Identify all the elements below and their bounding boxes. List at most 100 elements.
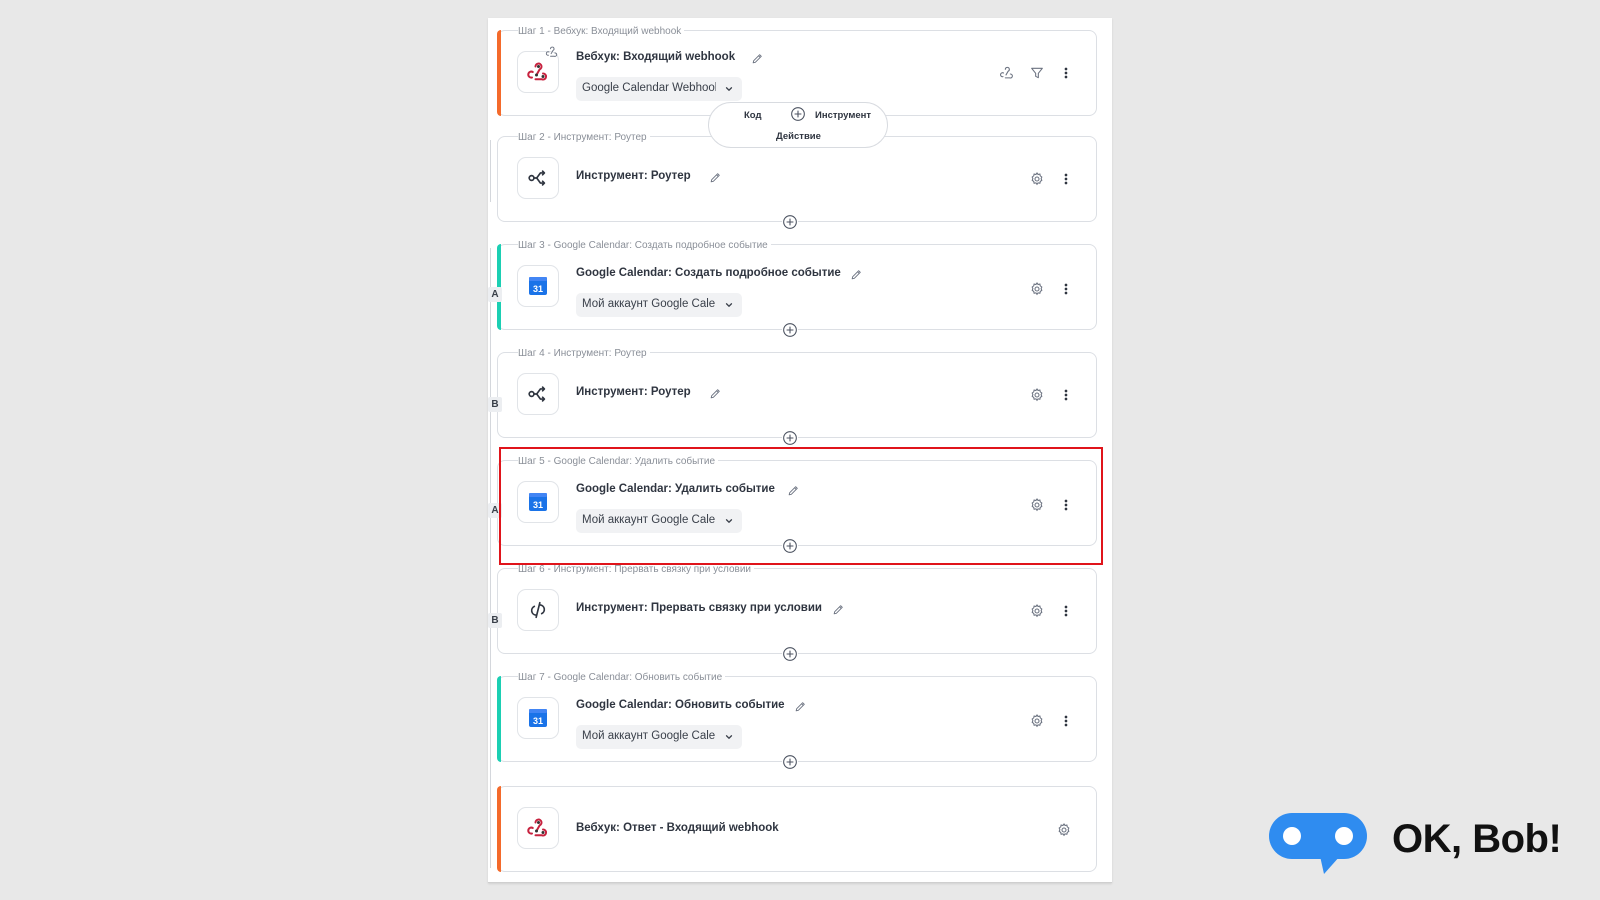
app-icon-tile bbox=[517, 589, 559, 631]
connection-dropdown[interactable]: Мой аккаунт Google Calendar bbox=[576, 725, 742, 749]
plus-circle-icon[interactable] bbox=[782, 214, 798, 230]
app-icon-tile bbox=[517, 373, 559, 415]
card-accent bbox=[497, 676, 501, 762]
dropdown-value: Мой аккаунт Google Calendar bbox=[582, 514, 716, 526]
step-card-5[interactable]: 31 Google Calendar: Удалить событие Мой … bbox=[497, 460, 1097, 546]
brand-name: OK, Bob! bbox=[1392, 817, 1562, 861]
kebab-menu-icon[interactable] bbox=[1058, 171, 1074, 187]
card-accent bbox=[497, 786, 501, 872]
step-card-2[interactable]: Инструмент: Роутер bbox=[497, 136, 1097, 222]
kebab-menu-icon[interactable] bbox=[1058, 281, 1074, 297]
app-icon-tile bbox=[517, 157, 559, 199]
speech-bubble-icon bbox=[1269, 813, 1367, 874]
step-label: Шаг 3 - Google Calendar: Создать подробн… bbox=[518, 240, 771, 251]
pencil-icon[interactable] bbox=[787, 484, 800, 497]
step-card-6[interactable]: Инструмент: Прервать связку при условии bbox=[497, 568, 1097, 654]
app-icon-tile: 31 bbox=[517, 697, 559, 739]
gear-icon[interactable] bbox=[1029, 713, 1045, 729]
branch-tag: B bbox=[488, 397, 502, 412]
step-card-3[interactable]: 31 Google Calendar: Создать подробное со… bbox=[497, 244, 1097, 330]
step-card-4[interactable]: Инструмент: Роутер bbox=[497, 352, 1097, 438]
pencil-icon[interactable] bbox=[709, 387, 722, 400]
chevron-down-icon bbox=[724, 732, 734, 742]
add-tool-option[interactable]: Инструмент bbox=[815, 110, 871, 121]
pencil-icon[interactable] bbox=[850, 268, 863, 281]
kebab-menu-icon[interactable] bbox=[1058, 713, 1074, 729]
workflow-panel: Шаг 1 - Вебхук: Входящий webhook Вебхук:… bbox=[488, 18, 1112, 883]
plus-circle-icon[interactable] bbox=[790, 106, 806, 122]
gear-icon[interactable] bbox=[1056, 822, 1072, 838]
dropdown-value: Мой аккаунт Google Calendar bbox=[582, 730, 716, 742]
connection-dropdown[interactable]: Google Calendar Webhook bbox=[576, 77, 742, 101]
plus-circle-icon[interactable] bbox=[782, 646, 798, 662]
step-label: Шаг 1 - Вебхук: Входящий webhook bbox=[518, 26, 685, 37]
pencil-icon[interactable] bbox=[751, 52, 764, 65]
step-title: Google Calendar: Создать подробное событ… bbox=[576, 267, 841, 279]
step-label: Шаг 6 - Инструмент: Прервать связку при … bbox=[518, 564, 754, 575]
gear-icon[interactable] bbox=[1029, 387, 1045, 403]
add-step-menu: Код Инструмент Действие bbox=[708, 102, 888, 148]
step-title: Вебхук: Ответ - Входящий webhook bbox=[576, 822, 779, 834]
plus-circle-icon[interactable] bbox=[782, 322, 798, 338]
pencil-icon[interactable] bbox=[832, 603, 845, 616]
step-label: Шаг 7 - Google Calendar: Обновить событи… bbox=[518, 672, 726, 683]
connection-dropdown[interactable]: Мой аккаунт Google Calendar bbox=[576, 293, 742, 317]
add-code-option[interactable]: Код bbox=[744, 110, 762, 121]
plus-circle-icon[interactable] bbox=[782, 538, 798, 554]
connector-line bbox=[490, 140, 491, 202]
step-label: Шаг 5 - Google Calendar: Удалить событие bbox=[518, 456, 719, 467]
branch-tag: A bbox=[488, 503, 502, 518]
filter-icon[interactable] bbox=[1029, 65, 1045, 81]
pencil-icon[interactable] bbox=[709, 171, 722, 184]
google-calendar-icon: 31 bbox=[529, 709, 547, 727]
plus-circle-icon[interactable] bbox=[782, 430, 798, 446]
step-title: Google Calendar: Удалить событие bbox=[576, 483, 775, 495]
card-accent bbox=[497, 30, 501, 116]
branch-tag: B bbox=[488, 613, 502, 628]
webhook-icon bbox=[526, 60, 550, 84]
step-title: Инструмент: Роутер bbox=[576, 170, 691, 182]
step-card-response[interactable]: Вебхук: Ответ - Входящий webhook bbox=[497, 786, 1097, 872]
kebab-menu-icon[interactable] bbox=[1058, 603, 1074, 619]
app-icon-tile bbox=[517, 807, 559, 849]
router-icon bbox=[527, 383, 549, 405]
connection-dropdown[interactable]: Мой аккаунт Google Calendar bbox=[576, 509, 742, 533]
kebab-menu-icon[interactable] bbox=[1058, 65, 1074, 81]
gear-icon[interactable] bbox=[1029, 497, 1045, 513]
chevron-down-icon bbox=[724, 516, 734, 526]
step-label: Шаг 2 - Инструмент: Роутер bbox=[518, 132, 650, 143]
google-calendar-icon: 31 bbox=[529, 493, 547, 511]
calendar-day-text: 31 bbox=[533, 284, 543, 294]
dropdown-value: Google Calendar Webhook bbox=[582, 82, 716, 94]
gear-icon[interactable] bbox=[1029, 281, 1045, 297]
pencil-icon[interactable] bbox=[794, 700, 807, 713]
webhook-icon[interactable] bbox=[999, 65, 1015, 81]
brand-logo: OK, Bob! bbox=[1268, 812, 1572, 874]
chevron-down-icon bbox=[724, 300, 734, 310]
app-icon-tile: 31 bbox=[517, 481, 559, 523]
dropdown-value: Мой аккаунт Google Calendar bbox=[582, 298, 716, 310]
calendar-day-text: 31 bbox=[533, 716, 543, 726]
step-title: Инструмент: Прервать связку при условии bbox=[576, 602, 822, 614]
break-chain-icon bbox=[527, 599, 549, 621]
webhook-icon bbox=[526, 816, 550, 840]
kebab-menu-icon[interactable] bbox=[1058, 497, 1074, 513]
branch-tag: A bbox=[488, 287, 502, 302]
calendar-day-text: 31 bbox=[533, 500, 543, 510]
gear-icon[interactable] bbox=[1029, 603, 1045, 619]
connector-line bbox=[490, 248, 491, 868]
step-title: Вебхук: Входящий webhook bbox=[576, 51, 736, 63]
kebab-menu-icon[interactable] bbox=[1058, 387, 1074, 403]
app-icon-tile: 31 bbox=[517, 265, 559, 307]
step-label: Шаг 4 - Инструмент: Роутер bbox=[518, 348, 650, 359]
gear-icon[interactable] bbox=[1029, 171, 1045, 187]
step-title: Google Calendar: Обновить событие bbox=[576, 699, 785, 711]
router-icon bbox=[527, 167, 549, 189]
webhook-badge-icon bbox=[545, 45, 559, 59]
step-title: Инструмент: Роутер bbox=[576, 386, 691, 398]
step-card-7[interactable]: 31 Google Calendar: Обновить событие Мой… bbox=[497, 676, 1097, 762]
add-action-option[interactable]: Действие bbox=[776, 131, 821, 142]
google-calendar-icon: 31 bbox=[529, 277, 547, 295]
chevron-down-icon bbox=[724, 84, 734, 94]
plus-circle-icon[interactable] bbox=[782, 754, 798, 770]
